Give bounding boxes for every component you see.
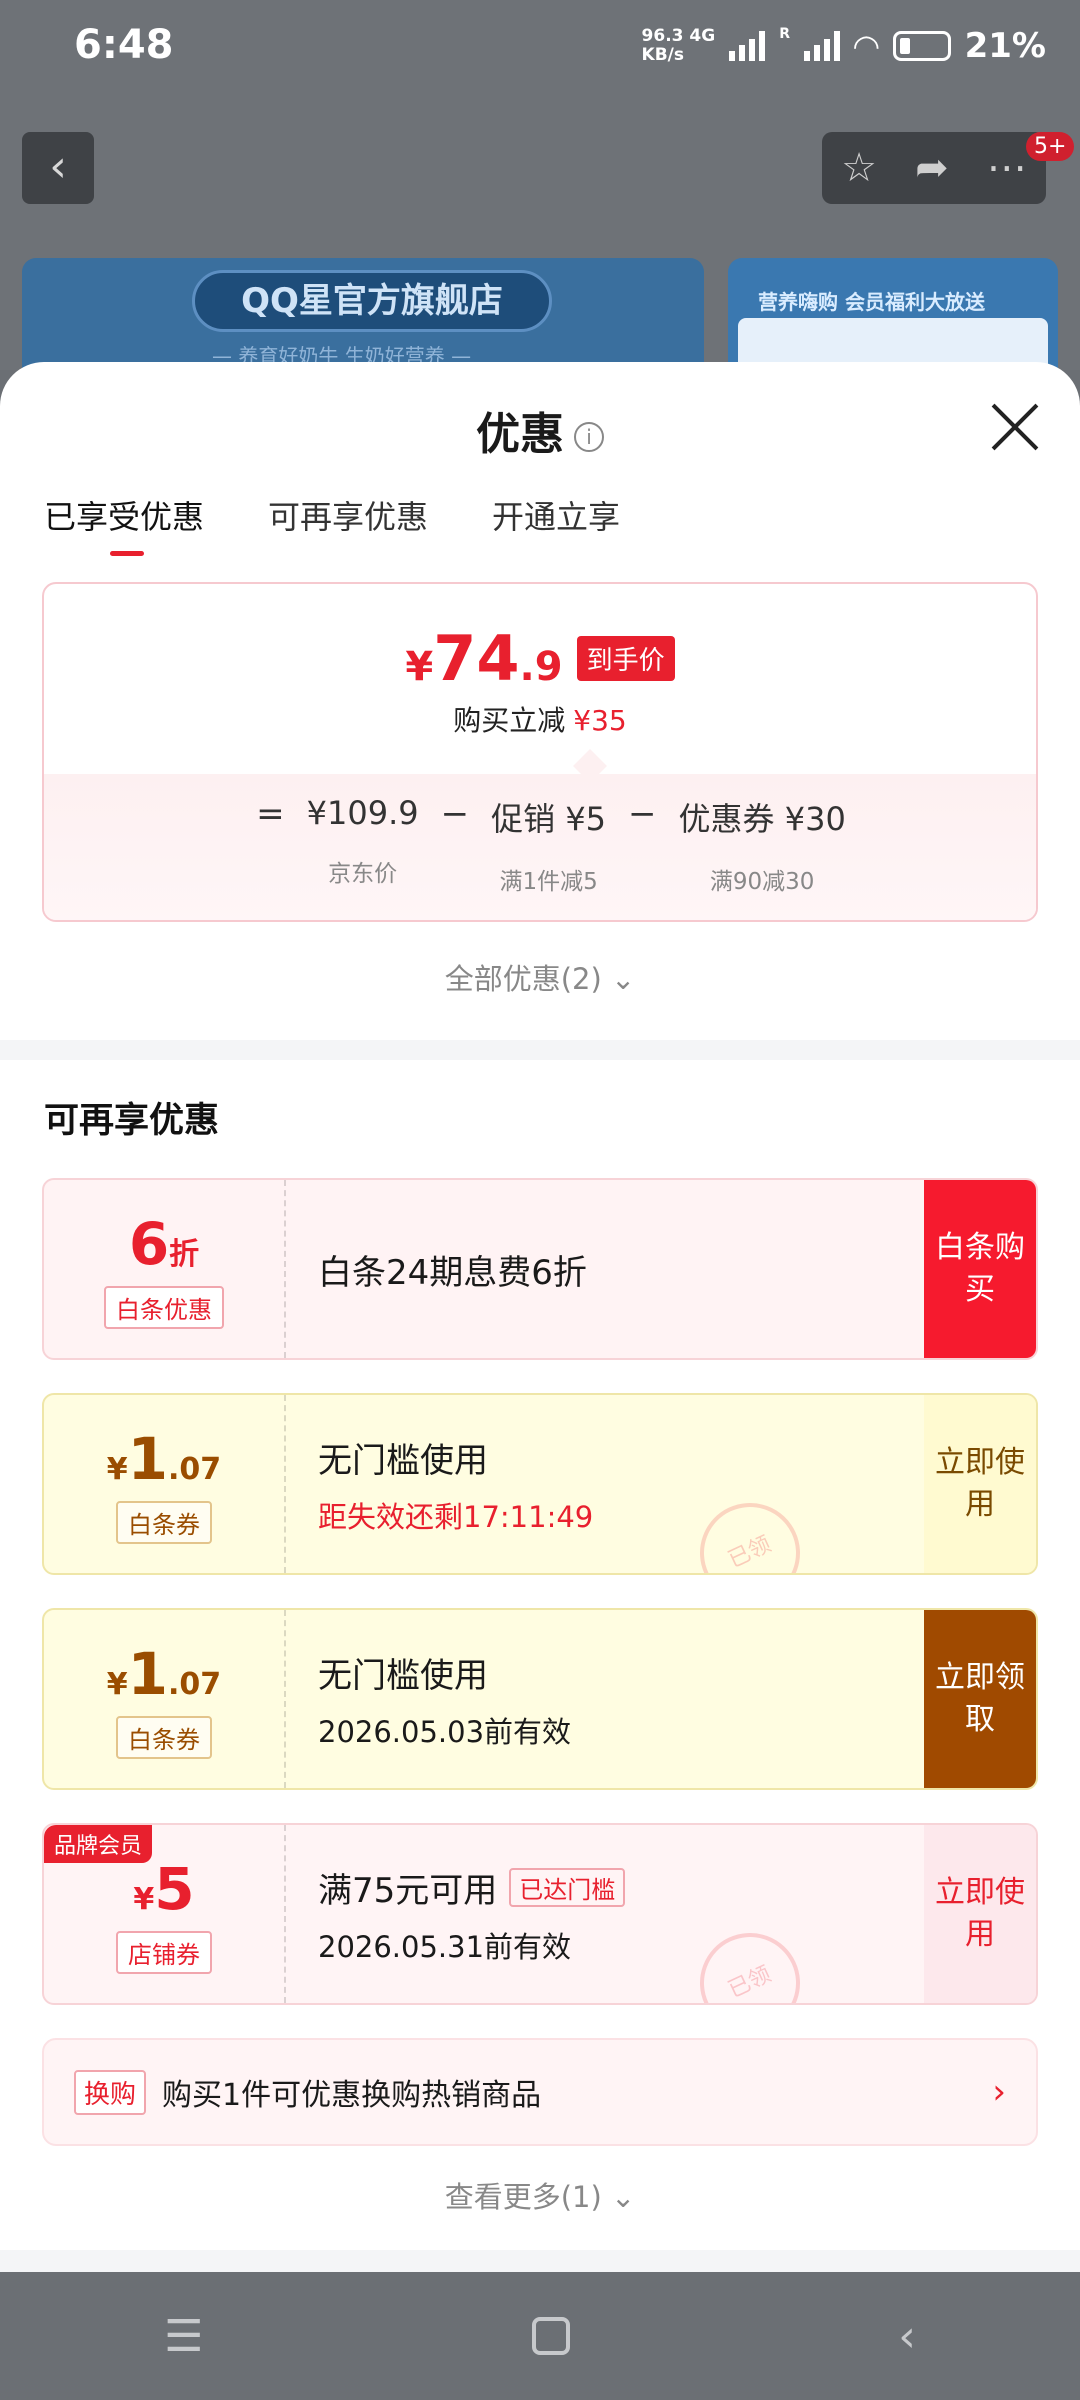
chevron-down-icon: ⌄: [611, 2180, 636, 2214]
tab-more-offers[interactable]: 可再享优惠: [268, 492, 428, 556]
coupon-details: 无门槛使用 2026.05.03前有效: [286, 1610, 924, 1788]
status-icons: 96.3 4G KB/s R ◠ 21%: [642, 26, 1046, 66]
coupon-countdown: 距失效还剩17:11:49: [318, 1499, 594, 1534]
coupon-amount-area: 6折 白条优惠: [44, 1180, 286, 1358]
coupon-card: ¥1.07 白条券 无门槛使用 2026.05.03前有效 立即领取: [42, 1608, 1038, 1790]
coupon-amount: 6折: [128, 1209, 200, 1278]
network-speed: 96.3 4G KB/s: [641, 26, 716, 65]
status-time: 6:48: [74, 22, 174, 68]
threshold-reached-tag: 已达门槛: [509, 1867, 626, 1907]
coupon-validity: 2026.05.03前有效: [318, 1714, 572, 1749]
menu-icon[interactable]: ☰: [164, 2311, 203, 2362]
coupon-title: 白条24期息费6折: [318, 1252, 587, 1293]
coupon-amount-area: 品牌会员 ¥5 店铺券: [44, 1825, 286, 2003]
purchase-reduction: 购买立减 ¥35: [453, 704, 627, 737]
more-icon[interactable]: ⋯: [987, 145, 1027, 191]
back-button[interactable]: ‹: [22, 132, 94, 204]
coupon-card: 品牌会员 ¥5 店铺券 满75元可用 已达门槛 2026.05.31前有效 已领…: [42, 1823, 1038, 2005]
share-icon[interactable]: ➦: [915, 145, 949, 191]
coupon-card: 6折 白条优惠 白条24期息费6折 白条购买: [42, 1178, 1038, 1360]
minus-sign: −: [628, 794, 657, 834]
system-nav-bar: ☰ ‹: [0, 2272, 1080, 2400]
brand-member-tag: 品牌会员: [44, 1825, 153, 1863]
baitiao-buy-button[interactable]: 白条购买: [924, 1180, 1036, 1358]
coupon-type-tag: 白条优惠: [104, 1285, 224, 1329]
sheet-bottom-divider: [0, 2250, 1080, 2272]
coupon-amount-area: ¥1.07 白条券: [44, 1610, 286, 1788]
tab-enjoyed[interactable]: 已享受优惠: [44, 492, 204, 556]
see-more-toggle[interactable]: 查看更多(1) ⌄: [0, 2174, 1080, 2216]
coupon-details: 无门槛使用 距失效还剩17:11:49 已领: [286, 1395, 924, 1573]
use-now-button[interactable]: 立即使用: [924, 1825, 1036, 2003]
signal-icon: [729, 31, 766, 61]
battery-icon: [892, 31, 951, 61]
claim-now-button[interactable]: 立即领取: [924, 1610, 1036, 1788]
status-bar: 6:48 96.3 4G KB/s R ◠ 21%: [0, 0, 1080, 100]
coupon-amount-area: ¥1.07 白条券: [44, 1395, 286, 1573]
coupon-title: 无门槛使用: [318, 1440, 488, 1481]
exchange-tag: 换购: [74, 2069, 147, 2115]
coupon-amount: ¥5: [133, 1854, 195, 1923]
header-actions: ☆ ➦ ⋯: [822, 132, 1046, 204]
home-icon[interactable]: [531, 2317, 570, 2355]
price-breakdown: = ¥109.9 京东价 − 促销 ¥5 满1件减5 − 优惠券 ¥30 满90…: [44, 794, 1036, 896]
promo-banner-title: 营养嗨购 会员福利大放送: [758, 290, 985, 314]
exchange-offer-row[interactable]: 换购 购买1件可优惠换购热销商品 ›: [42, 2038, 1038, 2146]
battery-percent: 21%: [964, 26, 1046, 66]
final-price: ¥ 74 .9 到手价: [44, 622, 1036, 695]
breakdown-item: ¥109.9 京东价: [306, 794, 419, 887]
exchange-text: 购买1件可优惠换购热销商品: [162, 2078, 542, 2113]
signal-icon-2: [804, 31, 840, 61]
sheet-title: 优惠 i: [0, 398, 1080, 462]
all-offers-toggle[interactable]: 全部优惠(2) ⌄: [0, 956, 1080, 998]
info-icon[interactable]: i: [574, 422, 604, 452]
coupon-details: 满75元可用 已达门槛 2026.05.31前有效 已领: [286, 1825, 924, 2003]
equals-sign: =: [256, 794, 285, 834]
favorite-icon[interactable]: ☆: [841, 145, 877, 191]
coupon-title: 满75元可用 已达门槛: [318, 1863, 924, 1912]
final-price-card: ¥ 74 .9 到手价 购买立减 ¥35 = ¥109.9 京东价 − 促销 ¥5…: [42, 582, 1038, 922]
back-icon[interactable]: ‹: [898, 2311, 916, 2362]
coupon-amount: ¥1.07: [106, 1639, 222, 1708]
message-badge: 5+: [1026, 132, 1075, 161]
chevron-down-icon: ⌄: [611, 962, 636, 996]
offers-sheet: 优惠 i 已享受优惠 可再享优惠 开通立享 ¥ 74 .9 到手价 购买立减 ¥35…: [0, 362, 1080, 2272]
coupon-type-tag: 白条券: [116, 1500, 212, 1544]
coupon-type-tag: 白条券: [116, 1715, 212, 1759]
offer-tabs: 已享受优惠 可再享优惠 开通立享: [44, 492, 620, 556]
tab-activate[interactable]: 开通立享: [492, 492, 620, 556]
minus-sign: −: [440, 794, 470, 834]
coupon-card: ¥1.07 白条券 无门槛使用 距失效还剩17:11:49 已领 立即使用: [42, 1393, 1038, 1575]
roaming-indicator: R: [779, 26, 790, 42]
coupon-title: 无门槛使用: [318, 1655, 488, 1696]
wifi-icon: ◠: [854, 27, 879, 65]
coupon-amount: ¥1.07: [106, 1424, 222, 1493]
coupon-validity: 2026.05.31前有效: [318, 1929, 572, 1964]
use-now-button[interactable]: 立即使用: [924, 1395, 1036, 1573]
breakdown-item: 优惠券 ¥30 满90减30: [678, 800, 846, 895]
store-banner-title: QQ星官方旗舰店: [192, 270, 552, 332]
breakdown-item: 促销 ¥5 满1件减5: [491, 800, 607, 895]
coupon-type-tag: 店铺券: [116, 1930, 212, 1974]
final-price-tag: 到手价: [576, 636, 675, 681]
section-divider: [0, 1040, 1080, 1060]
section-title: 可再享优惠: [44, 1101, 220, 1141]
chevron-right-icon: ›: [992, 2072, 1006, 2112]
coupon-details: 白条24期息费6折: [286, 1180, 924, 1358]
close-icon[interactable]: [988, 400, 1042, 454]
